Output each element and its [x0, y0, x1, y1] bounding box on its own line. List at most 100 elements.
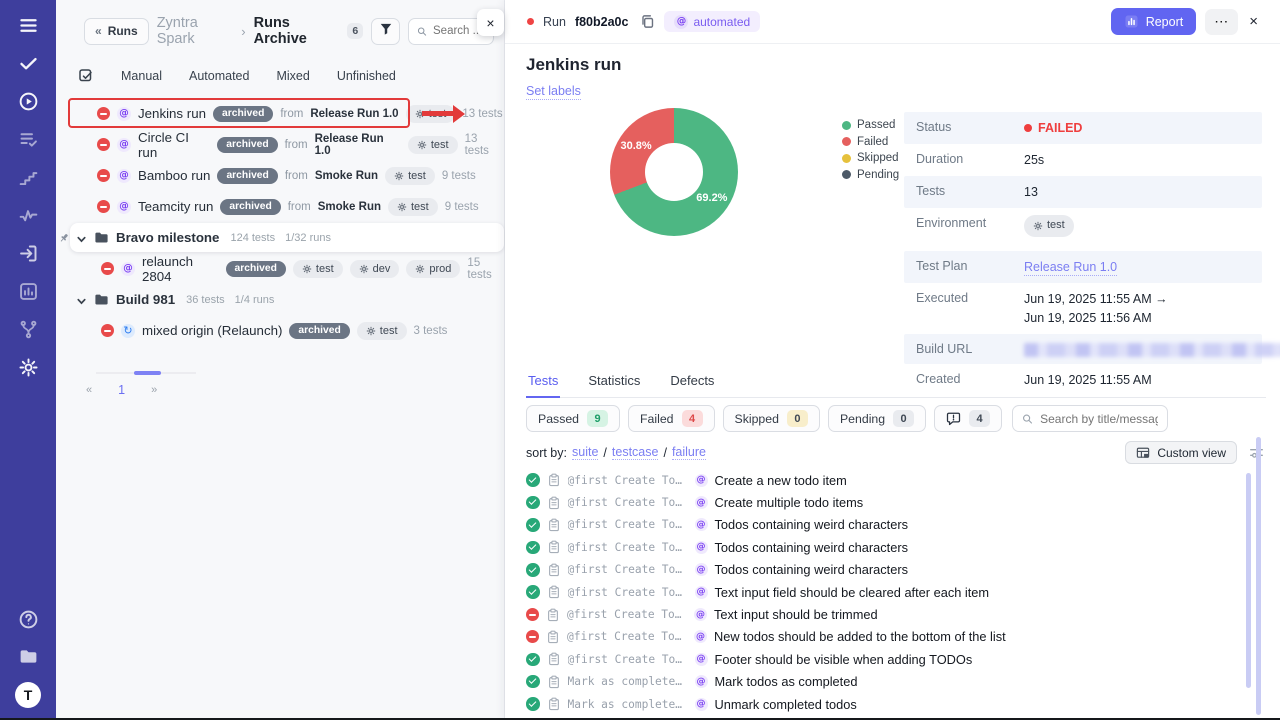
- sort-link-testcase[interactable]: testcase: [612, 445, 659, 460]
- play-circle-icon[interactable]: [17, 90, 39, 112]
- run-name[interactable]: Jenkins run: [138, 106, 206, 121]
- runs-filter-tab-automated[interactable]: Automated: [189, 69, 249, 83]
- custom-view-button[interactable]: Custom view: [1125, 441, 1237, 464]
- run-row[interactable]: @relaunch 2804archivedtestdevprod15 test…: [56, 253, 504, 284]
- test-title[interactable]: Todos containing weird characters: [715, 517, 908, 532]
- test-row[interactable]: @first Create To…@Create multiple todo i…: [526, 491, 1244, 513]
- test-row[interactable]: @first Create To…@Text input field shoul…: [526, 581, 1244, 603]
- test-title[interactable]: Footer should be visible when adding TOD…: [715, 652, 973, 667]
- runs-filter-tab-manual[interactable]: Manual: [121, 69, 162, 83]
- panel-scrollbar[interactable]: [1256, 437, 1261, 715]
- close-panel-button[interactable]: ×: [477, 9, 504, 36]
- pagination-scroll-thumb[interactable]: [134, 371, 161, 375]
- back-to-runs-button[interactable]: « Runs: [84, 18, 149, 45]
- report-button[interactable]: Report: [1111, 8, 1197, 35]
- test-row[interactable]: Mark as complete…@Mark todos as complete…: [526, 671, 1244, 693]
- help-icon[interactable]: [17, 608, 39, 630]
- check-icon[interactable]: [17, 52, 39, 74]
- pagination-scroll-track[interactable]: [96, 372, 196, 374]
- pagination-prev-button[interactable]: «: [86, 384, 92, 396]
- test-title[interactable]: Text input field should be cleared after…: [715, 585, 990, 600]
- bar-chart-icon[interactable]: [17, 280, 39, 302]
- projects-folder-icon[interactable]: [17, 645, 39, 667]
- test-plan-link[interactable]: Release Run 1.0: [1024, 260, 1117, 276]
- list-check-icon[interactable]: [17, 128, 39, 150]
- automated-test-icon: @: [695, 474, 708, 487]
- test-title[interactable]: Text input should be trimmed: [714, 607, 878, 622]
- filter-chip-failed[interactable]: Failed4: [628, 405, 715, 432]
- test-row[interactable]: @first Create To…@New todos should be ad…: [526, 626, 1244, 648]
- test-title[interactable]: Create a new todo item: [715, 473, 847, 488]
- tests-search-box[interactable]: [1012, 405, 1168, 432]
- info-row-tests: Tests13: [904, 176, 1262, 208]
- clipboard-icon: [547, 540, 561, 554]
- run-row[interactable]: @Circle CI runarchivedfromRelease Run 1.…: [56, 129, 504, 160]
- folder-name[interactable]: Bravo milestone: [116, 230, 219, 245]
- detail-tab-statistics[interactable]: Statistics: [586, 373, 642, 397]
- steps-icon[interactable]: [17, 166, 39, 188]
- folder-row[interactable]: Bravo milestone124 tests1/32 runs: [70, 223, 504, 252]
- test-row[interactable]: @first Create To…@Todos containing weird…: [526, 536, 1244, 558]
- import-icon[interactable]: [17, 242, 39, 264]
- pagination-next-button[interactable]: »: [151, 384, 157, 396]
- filter-chip-comments[interactable]: 4: [934, 405, 1002, 432]
- filter-chip-pending[interactable]: Pending0: [828, 405, 926, 432]
- runs-filter-tab-unfinished[interactable]: Unfinished: [337, 69, 396, 83]
- run-name[interactable]: Circle CI run: [138, 130, 210, 160]
- sort-link-failure[interactable]: failure: [672, 445, 706, 460]
- environment-chip: test: [408, 136, 458, 154]
- menu-icon[interactable]: [17, 14, 39, 36]
- pagination-current-page[interactable]: 1: [118, 383, 125, 397]
- run-row[interactable]: @Bamboo runarchivedfromSmoke Runtest9 te…: [56, 160, 504, 191]
- detail-tab-tests[interactable]: Tests: [526, 373, 560, 398]
- gear-icon[interactable]: [17, 356, 39, 378]
- branch-icon[interactable]: [17, 318, 39, 340]
- user-avatar[interactable]: T: [15, 682, 41, 708]
- chevron-down-icon[interactable]: [76, 232, 87, 243]
- chevron-down-icon[interactable]: [76, 294, 87, 305]
- run-row[interactable]: ↻mixed origin (Relaunch)archivedtest3 te…: [56, 315, 504, 346]
- automated-run-icon: @: [121, 262, 135, 276]
- breadcrumb-project[interactable]: Zyntra Spark: [157, 15, 234, 47]
- test-title[interactable]: Todos containing weird characters: [715, 540, 908, 555]
- test-row[interactable]: @first Create To…@Footer should be visib…: [526, 648, 1244, 670]
- set-labels-link[interactable]: Set labels: [526, 84, 581, 100]
- run-row[interactable]: @Jenkins runarchivedfromRelease Run 1.0t…: [56, 98, 504, 129]
- legend-item: Pending: [842, 169, 899, 181]
- folder-row[interactable]: Build 98136 tests1/4 runs: [70, 285, 504, 314]
- run-name[interactable]: Teamcity run: [138, 199, 213, 214]
- detail-tab-defects[interactable]: Defects: [668, 373, 716, 397]
- legend-label: Skipped: [857, 152, 899, 164]
- filter-button[interactable]: [371, 18, 400, 45]
- filter-chip-skipped[interactable]: Skipped0: [723, 405, 820, 432]
- test-row[interactable]: @first Create To…@Text input should be t…: [526, 603, 1244, 625]
- activity-icon[interactable]: [17, 204, 39, 226]
- tests-search-input[interactable]: [1040, 412, 1158, 426]
- run-name[interactable]: Bamboo run: [138, 168, 210, 183]
- run-name[interactable]: mixed origin (Relaunch): [142, 323, 282, 338]
- tests-scrollbar[interactable]: [1246, 473, 1251, 688]
- test-row[interactable]: @first Create To…@Todos containing weird…: [526, 514, 1244, 536]
- test-title[interactable]: New todos should be added to the bottom …: [714, 629, 1006, 644]
- copy-icon[interactable]: [640, 14, 655, 29]
- automated-badge: @ automated: [664, 11, 760, 32]
- test-title[interactable]: Mark todos as completed: [715, 674, 858, 689]
- gear-icon: [366, 326, 376, 336]
- test-row[interactable]: @first Create To…@Todos containing weird…: [526, 559, 1244, 581]
- test-row[interactable]: @first Create To…@Create a new todo item: [526, 469, 1244, 491]
- close-detail-button[interactable]: ×: [1247, 13, 1260, 30]
- test-title[interactable]: Create multiple todo items: [715, 495, 864, 510]
- select-all-icon[interactable]: [78, 68, 94, 84]
- info-label: Test Plan: [916, 258, 1024, 273]
- more-actions-button[interactable]: ⋯: [1205, 9, 1238, 35]
- test-title[interactable]: Unmark completed todos: [715, 697, 857, 712]
- test-row[interactable]: Mark as complete…@Unmark completed todos: [526, 693, 1244, 715]
- run-row[interactable]: @Teamcity runarchivedfromSmoke Runtest9 …: [56, 191, 504, 222]
- filter-chip-passed[interactable]: Passed9: [526, 405, 620, 432]
- folder-name[interactable]: Build 981: [116, 292, 175, 307]
- info-value: [1024, 341, 1280, 357]
- test-title[interactable]: Todos containing weird characters: [715, 562, 908, 577]
- runs-filter-tab-mixed[interactable]: Mixed: [276, 69, 309, 83]
- run-name[interactable]: relaunch 2804: [142, 254, 219, 284]
- sort-link-suite[interactable]: suite: [572, 445, 598, 460]
